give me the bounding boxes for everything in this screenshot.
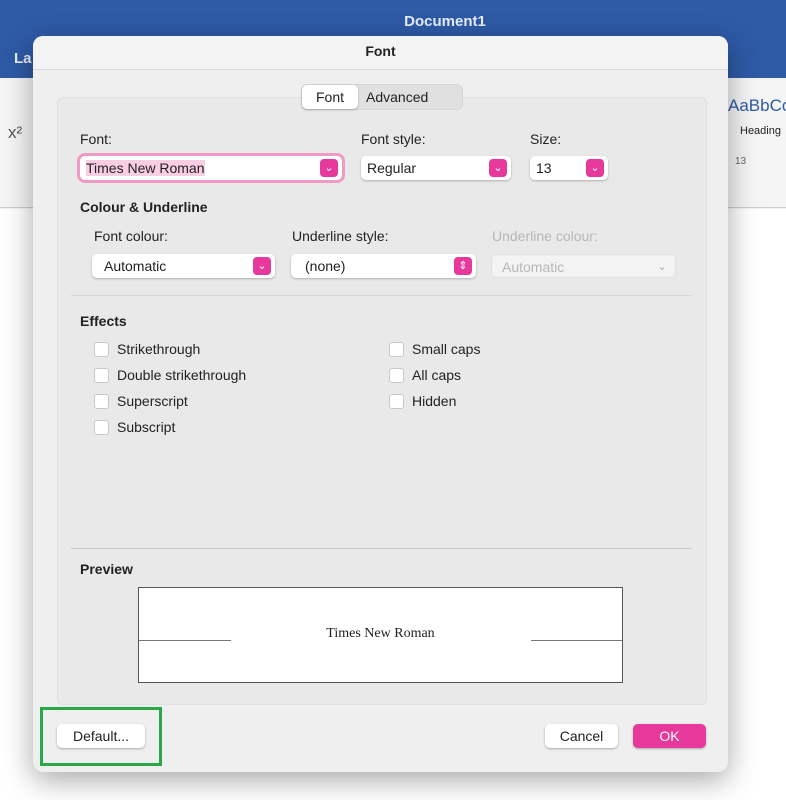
tab-advanced[interactable]: Advanced bbox=[358, 85, 436, 109]
all-caps-checkbox[interactable]: All caps bbox=[389, 365, 480, 385]
size-select[interactable]: 13 ⌄ bbox=[530, 156, 608, 180]
chevron-down-icon: ⌄ bbox=[253, 257, 271, 275]
font-value: Times New Roman bbox=[86, 160, 205, 176]
chevron-down-icon: ⌄ bbox=[586, 159, 604, 177]
up-down-chevron-icon: ⇕ bbox=[454, 257, 472, 275]
checkbox-label: Subscript bbox=[117, 419, 176, 435]
tab-bar: Font Advanced bbox=[301, 84, 463, 110]
checkbox-box[interactable] bbox=[389, 393, 404, 409]
checkbox-box[interactable] bbox=[94, 367, 109, 383]
strikethrough-checkbox[interactable]: Strikethrough bbox=[94, 339, 246, 359]
dialog-title: Font bbox=[33, 36, 728, 70]
style-heading[interactable]: Heading bbox=[740, 125, 781, 137]
style-preview[interactable]: AaBbCc bbox=[728, 96, 786, 116]
cancel-button[interactable]: Cancel bbox=[545, 724, 618, 748]
underline-style-select[interactable]: (none) ⇕ bbox=[291, 254, 476, 278]
checkbox-box[interactable] bbox=[94, 419, 109, 435]
subscript-checkbox[interactable]: Subscript bbox=[94, 417, 246, 437]
font-style-label: Font style: bbox=[361, 131, 426, 147]
checkbox-label: Small caps bbox=[412, 341, 481, 357]
highlight-box bbox=[40, 707, 162, 766]
font-colour-value: Automatic bbox=[104, 258, 167, 274]
underline-style-value: (none) bbox=[305, 258, 346, 274]
checkbox-box[interactable] bbox=[94, 341, 109, 357]
font-label: Font: bbox=[80, 131, 112, 147]
preview-heading: Preview bbox=[80, 561, 133, 577]
underline-style-label: Underline style: bbox=[292, 228, 389, 244]
checkbox-label: Superscript bbox=[117, 393, 188, 409]
font-colour-label: Font colour: bbox=[94, 228, 168, 244]
checkbox-label: All caps bbox=[412, 367, 462, 383]
checkbox-box[interactable] bbox=[389, 367, 404, 383]
superscript-button[interactable]: x² bbox=[8, 123, 22, 143]
tab-font[interactable]: Font bbox=[302, 85, 359, 109]
double-strikethrough-checkbox[interactable]: Double strikethrough bbox=[94, 365, 246, 385]
checkbox-label: Strikethrough bbox=[117, 341, 201, 357]
underline-colour-select: Automatic ⌄ bbox=[491, 254, 676, 278]
divider bbox=[71, 295, 692, 296]
underline-colour-label: Underline colour: bbox=[492, 228, 598, 244]
checkbox-label: Double strikethrough bbox=[117, 367, 247, 383]
divider bbox=[71, 548, 692, 549]
effects-right-column: Small caps All caps Hidden bbox=[389, 339, 480, 411]
underline-colour-value: Automatic bbox=[502, 259, 565, 275]
checkbox-box[interactable] bbox=[94, 393, 109, 409]
font-select[interactable]: Times New Roman ⌄ bbox=[80, 156, 342, 180]
hidden-checkbox[interactable]: Hidden bbox=[389, 391, 480, 411]
preview-box: Times New Roman bbox=[138, 587, 623, 683]
document-title: Document1 bbox=[404, 13, 486, 30]
font-style-select[interactable]: Regular ⌄ bbox=[361, 156, 511, 180]
superscript-checkbox[interactable]: Superscript bbox=[94, 391, 246, 411]
size-value: 13 bbox=[536, 160, 552, 176]
ruler-mark: 13 bbox=[735, 156, 747, 167]
chevron-down-icon: ⌄ bbox=[657, 261, 667, 273]
font-style-value: Regular bbox=[367, 160, 417, 176]
size-label: Size: bbox=[530, 131, 562, 147]
ok-button[interactable]: OK bbox=[633, 724, 706, 748]
small-caps-checkbox[interactable]: Small caps bbox=[389, 339, 480, 359]
colour-underline-heading: Colour & Underline bbox=[80, 199, 208, 215]
baseline-right bbox=[531, 640, 622, 641]
effects-left-column: Strikethrough Double strikethrough Super… bbox=[94, 339, 246, 437]
chevron-down-icon: ⌄ bbox=[320, 159, 338, 177]
checkbox-label: Hidden bbox=[412, 393, 457, 409]
ribbon-tab-layout[interactable]: La bbox=[14, 50, 32, 67]
font-dialog: Font Font Advanced Font: Times New Roman… bbox=[33, 36, 728, 772]
effects-heading: Effects bbox=[80, 313, 127, 329]
checkbox-box[interactable] bbox=[389, 341, 404, 357]
chevron-down-icon: ⌄ bbox=[489, 159, 507, 177]
font-colour-select[interactable]: Automatic ⌄ bbox=[92, 254, 275, 278]
